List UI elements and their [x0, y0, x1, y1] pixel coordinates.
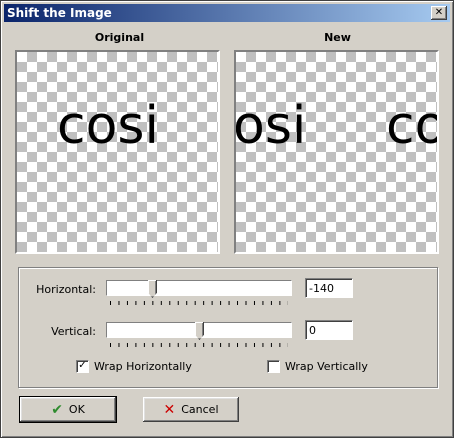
wrap-vertically-option[interactable]: Wrap Vertically	[267, 360, 368, 373]
vertical-value-input[interactable]	[305, 320, 353, 340]
vertical-label: Vertical:	[51, 325, 96, 338]
wrap-horizontally-checkbox[interactable]: ✓	[76, 360, 89, 373]
cancel-button-label: Cancel	[181, 403, 219, 416]
new-preview-text-left: osi	[234, 96, 307, 156]
horizontal-slider-ticks	[110, 301, 288, 305]
horizontal-value-input[interactable]	[305, 278, 353, 298]
cancel-button[interactable]: ✕ Cancel	[143, 397, 239, 422]
dialog-title: Shift the Image	[7, 6, 112, 20]
wrap-horizontally-option[interactable]: ✓ Wrap Horizontally	[76, 360, 192, 373]
title-bar[interactable]: Shift the Image ✕	[4, 4, 450, 22]
ok-button-label: OK	[68, 403, 85, 416]
x-icon: ✕	[163, 401, 176, 418]
original-preview: cosi	[15, 50, 220, 254]
new-preview-text-right: co	[386, 96, 437, 156]
checkmark-icon: ✔	[51, 401, 63, 418]
horizontal-slider[interactable]	[106, 280, 292, 306]
original-label: Original	[94, 31, 145, 44]
new-label: New	[324, 31, 351, 44]
vertical-slider-ticks	[110, 343, 288, 347]
ok-button[interactable]: ✔ OK	[19, 396, 117, 423]
horizontal-slider-track[interactable]	[106, 280, 292, 296]
original-preview-text: cosi	[57, 96, 159, 156]
wrap-horizontally-label: Wrap Horizontally	[94, 360, 192, 373]
vertical-slider[interactable]	[106, 322, 292, 348]
new-preview: osi co	[234, 50, 439, 254]
close-icon: ✕	[434, 7, 444, 18]
wrap-vertically-label: Wrap Vertically	[285, 360, 368, 373]
close-button[interactable]: ✕	[431, 6, 447, 20]
wrap-vertically-checkbox[interactable]	[267, 360, 280, 373]
horizontal-label: Horizontal:	[36, 283, 96, 296]
